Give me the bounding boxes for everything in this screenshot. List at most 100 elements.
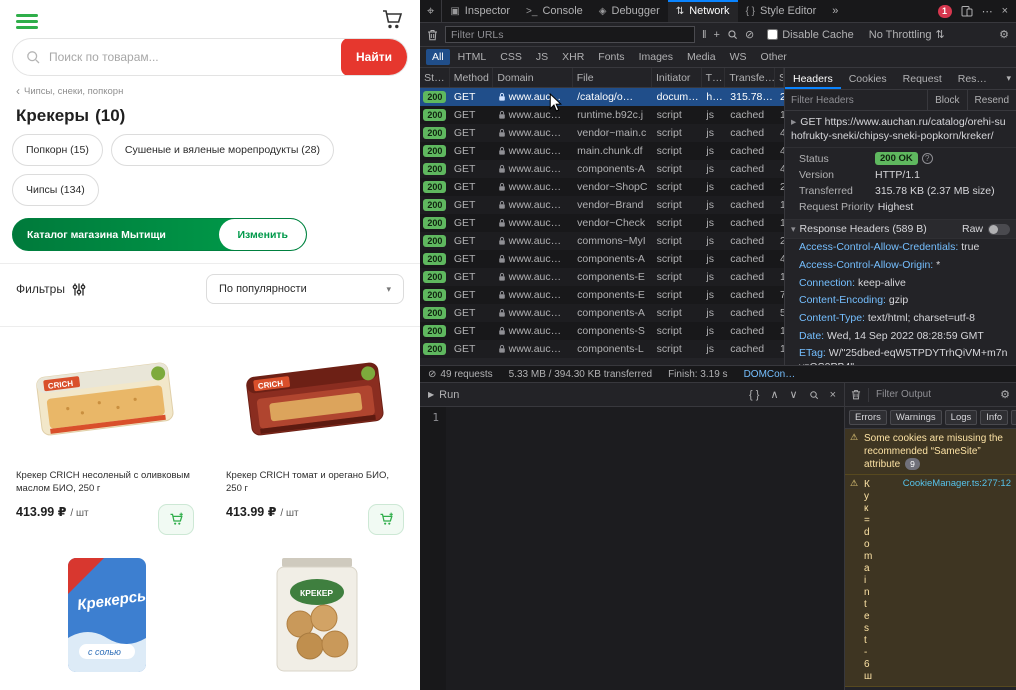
product-card-3[interactable]: Крекерсы с солью Крекер «АККОНД» Крекерс…: [0, 541, 210, 690]
network-request-row[interactable]: 200 GET www.auc… vendor~Brand script js cached…: [420, 196, 784, 214]
col-transferred[interactable]: Transfe…: [725, 68, 775, 87]
raw-toggle[interactable]: [988, 223, 1010, 235]
hamburger-menu-icon[interactable]: [16, 11, 38, 32]
editor-content-area[interactable]: [446, 407, 844, 690]
response-headers-section[interactable]: ▾ Response Headers (589 B) Raw: [785, 220, 1016, 240]
network-request-row[interactable]: 200 GET www.auc… components-A script js cached…: [420, 304, 784, 322]
col-status[interactable]: St…: [420, 68, 450, 87]
cart-icon[interactable]: [380, 7, 404, 36]
add-to-cart-button[interactable]: [368, 503, 404, 535]
throttling-dropdown[interactable]: No Throttling ⇅: [869, 28, 945, 42]
change-store-button[interactable]: Изменить: [219, 219, 306, 250]
tab-inspector[interactable]: ▣ Inspector: [442, 0, 518, 22]
filter-xhr[interactable]: XHR: [556, 49, 590, 65]
tab-network[interactable]: ⇅ Network: [667, 0, 738, 22]
filter-all[interactable]: All: [426, 49, 450, 65]
filter-html[interactable]: HTML: [452, 49, 493, 65]
col-initiator[interactable]: Initiator: [652, 68, 702, 87]
source-link[interactable]: CookieManager.ts:277:12: [903, 478, 1011, 491]
tab-console[interactable]: >_ Console: [518, 0, 591, 22]
tab-debugger[interactable]: ◈ Debugger: [591, 0, 668, 22]
network-request-row[interactable]: 200 GET www.auc… components-E script js cached…: [420, 286, 784, 304]
network-request-row[interactable]: 200 GET www.auc… vendor~Check script js cached…: [420, 214, 784, 232]
tab-headers[interactable]: Headers: [785, 68, 841, 89]
chip-chips[interactable]: Чипсы (134): [12, 174, 99, 206]
request-url-line[interactable]: ▸ GET https://www.auchan.ru/catalog/orehi…: [785, 111, 1016, 149]
history-next-icon[interactable]: ∨: [790, 388, 798, 401]
more-tabs-button[interactable]: »: [824, 0, 846, 22]
new-request-icon[interactable]: +: [714, 29, 720, 41]
col-file[interactable]: File: [573, 68, 652, 87]
search-submit-button[interactable]: Найти: [341, 39, 407, 75]
search-input[interactable]: [49, 50, 341, 64]
filters-button[interactable]: Фильтры: [16, 282, 86, 296]
filter-fonts[interactable]: Fonts: [592, 49, 630, 65]
tab-request[interactable]: Request: [895, 68, 950, 89]
pretty-print-icon[interactable]: { }: [749, 389, 759, 401]
console-warning-samesite[interactable]: ⚠ Some cookies are misusing the recommen…: [845, 429, 1016, 475]
chip-seafood[interactable]: Сушеные и вяленые морепродукты (28): [110, 134, 334, 166]
network-settings-icon[interactable]: ⚙: [999, 28, 1009, 41]
product-card-4[interactable]: КРЕКЕР Крекер «Каждый День» классический…: [210, 541, 420, 690]
clear-console-icon[interactable]: [851, 389, 861, 400]
clear-requests-icon[interactable]: [427, 29, 438, 41]
block-requests-icon[interactable]: ⊘: [745, 28, 754, 41]
filter-media[interactable]: Media: [681, 49, 722, 65]
meatball-menu-icon[interactable]: ⋯: [982, 5, 993, 18]
pause-traffic-icon[interactable]: ‖: [702, 29, 707, 41]
tab-cookies[interactable]: Cookies: [841, 68, 895, 89]
filter-logs-button[interactable]: Logs: [944, 410, 978, 425]
filter-warnings-button[interactable]: Warnings: [889, 410, 942, 425]
col-size[interactable]: S…: [775, 68, 784, 87]
console-warning-cookie[interactable]: ⚠ К CookieManager.ts:277:12 у к = d o m a i n t e s…: [845, 475, 1016, 687]
product-card-1[interactable]: CRICH Крекер CRICH несоленый с оливковым…: [0, 327, 210, 541]
filter-errors-button[interactable]: Errors: [849, 410, 887, 425]
run-button[interactable]: ▶ Run: [428, 389, 459, 401]
breadcrumb[interactable]: ‹ Чипсы, снеки, попкорн: [16, 84, 404, 98]
filter-info-button[interactable]: Info: [980, 410, 1009, 425]
network-request-row[interactable]: 200 GET www.auc… vendor~ShopC script js cached…: [420, 178, 784, 196]
status-help-icon[interactable]: ?: [921, 153, 933, 165]
filter-other[interactable]: Other: [755, 49, 793, 65]
filter-output-input[interactable]: [876, 389, 994, 400]
network-request-row[interactable]: 200 GET www.auc… components-E script js cached…: [420, 268, 784, 286]
filter-debug-button[interactable]: D…: [1011, 410, 1016, 425]
filter-css[interactable]: CSS: [494, 49, 528, 65]
network-request-row[interactable]: 200 GET www.auc… components-S script js cached…: [420, 322, 784, 340]
filter-images[interactable]: Images: [633, 49, 679, 65]
history-prev-icon[interactable]: ∧: [770, 388, 778, 401]
console-settings-icon[interactable]: ⚙: [1000, 388, 1010, 401]
tab-style-editor[interactable]: { } Style Editor: [738, 0, 825, 22]
filter-ws[interactable]: WS: [724, 49, 753, 65]
error-count-badge[interactable]: 1: [937, 4, 952, 18]
filter-js[interactable]: JS: [530, 49, 554, 65]
network-request-row[interactable]: 200 GET www.auc… main.chunk.df script js cache…: [420, 142, 784, 160]
add-to-cart-button[interactable]: [158, 503, 194, 535]
network-request-row[interactable]: 200 GET www.auc…/catalog/o… docum… h… 315.78……: [420, 88, 784, 106]
product-card-2[interactable]: CRICH Крекер CRICH томат и орегано БИО, …: [210, 327, 420, 541]
network-request-row[interactable]: 200 GET www.auc… components-A script js cached…: [420, 250, 784, 268]
close-editor-icon[interactable]: ×: [830, 389, 836, 401]
pick-element-button[interactable]: ⌖: [420, 0, 443, 22]
responsive-design-icon[interactable]: [961, 5, 973, 17]
col-method[interactable]: Method: [450, 68, 494, 87]
network-request-row[interactable]: 200 GET www.auc… vendor~main.c script js cache…: [420, 124, 784, 142]
network-request-row[interactable]: 200 GET www.auc… components-A script js cached…: [420, 160, 784, 178]
sort-dropdown[interactable]: По популярности ▾: [206, 274, 404, 304]
search-requests-icon[interactable]: [727, 29, 738, 40]
close-devtools-icon[interactable]: ×: [1002, 5, 1008, 17]
filter-headers-input[interactable]: [785, 94, 928, 106]
col-type[interactable]: T…: [702, 68, 726, 87]
chip-popcorn[interactable]: Попкорн (15): [12, 134, 103, 166]
network-request-row[interactable]: 200 GET www.auc… components-L script js cached…: [420, 340, 784, 358]
search-editor-icon[interactable]: [809, 390, 819, 400]
resend-button[interactable]: Resend: [966, 90, 1016, 110]
disable-cache-checkbox[interactable]: [767, 29, 779, 40]
tabs-overflow-caret-icon[interactable]: ▾: [1001, 68, 1016, 89]
col-domain[interactable]: Domain: [493, 68, 573, 87]
network-request-row[interactable]: 200GETwww.auc…commons~MyIscriptjscached2…: [420, 232, 784, 250]
block-button[interactable]: Block: [927, 90, 966, 110]
tab-response[interactable]: Res…: [950, 68, 995, 89]
network-request-row[interactable]: 200 GET www.auc… runtime.b92c.j script js cach…: [420, 106, 784, 124]
filter-urls-input[interactable]: [445, 26, 695, 43]
